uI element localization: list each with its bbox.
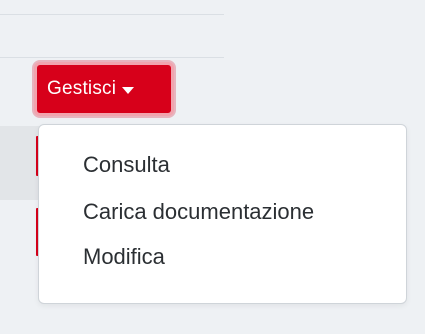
manage-button-label: Gestisci <box>47 78 117 99</box>
caret-down-icon <box>122 86 135 94</box>
menu-item-consulta[interactable]: Consulta <box>39 145 406 185</box>
manage-dropdown: Gestisci <box>34 62 176 122</box>
card-header-area <box>0 0 224 60</box>
divider <box>0 57 224 58</box>
manage-button[interactable]: Gestisci <box>34 62 174 116</box>
menu-item-modifica[interactable]: Modifica <box>39 237 406 277</box>
dropdown-menu: Consulta Carica documentazione Modifica <box>38 124 407 304</box>
menu-item-carica-documentazione[interactable]: Carica documentazione <box>39 192 406 232</box>
divider <box>0 14 224 15</box>
